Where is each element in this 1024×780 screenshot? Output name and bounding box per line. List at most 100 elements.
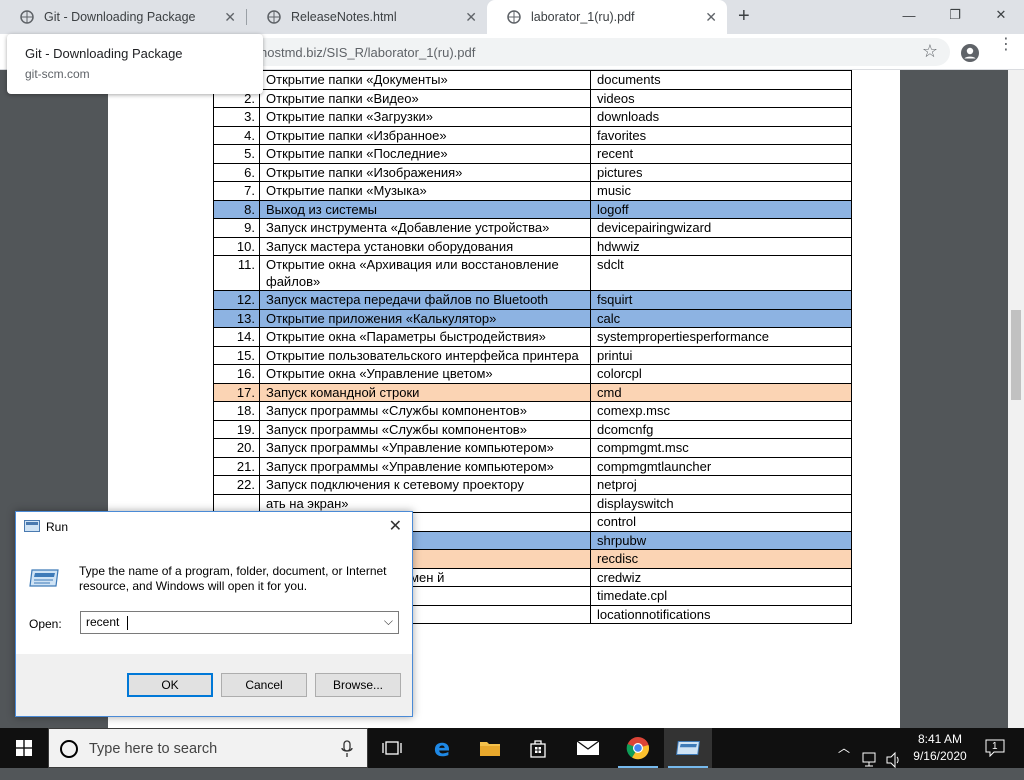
table-row: 22. Запуск подключения к сетевому проекто… xyxy=(213,475,852,495)
row-command: displayswitch xyxy=(590,493,852,513)
tab-releasenotes[interactable]: ReleaseNotes.html ✕ xyxy=(247,0,487,34)
row-command: shrpubw xyxy=(590,530,852,550)
row-command: music xyxy=(590,181,852,201)
row-number: 21. xyxy=(213,456,260,476)
table-row: 11. Открытие окна «Архивация или восстано… xyxy=(213,255,852,291)
row-command: locationnotifications xyxy=(590,604,852,624)
edge-icon[interactable]: e xyxy=(418,728,466,768)
close-icon[interactable]: ✕ xyxy=(465,10,477,24)
notification-count: 1 xyxy=(992,741,998,752)
run-app-icon[interactable] xyxy=(664,728,712,768)
row-number: 12. xyxy=(213,290,260,310)
file-explorer-icon[interactable] xyxy=(466,728,514,768)
row-action: Запуск инструмента «Добавление устройств… xyxy=(259,218,591,238)
new-tab-button[interactable]: + xyxy=(738,5,750,28)
row-number: 19. xyxy=(213,419,260,439)
row-command: compmgmt.msc xyxy=(590,438,852,458)
row-number: 13. xyxy=(213,308,260,328)
row-action: Открытие пользовательского интерфейса пр… xyxy=(259,345,591,365)
globe-icon xyxy=(20,10,34,24)
action-center-icon[interactable]: 1 xyxy=(985,739,1005,779)
row-command: timedate.cpl xyxy=(590,586,852,606)
row-action: Открытие папки «Последние» xyxy=(259,144,591,164)
table-row: 18. Запуск программы «Службы компонентов»… xyxy=(213,401,852,421)
tab-title: Git - Downloading Package xyxy=(44,10,196,24)
volume-icon[interactable] xyxy=(886,740,902,780)
row-command: netproj xyxy=(590,475,852,495)
row-action: Открытие папки «Музыка» xyxy=(259,181,591,201)
row-action: Запуск подключения к сетевому проектору xyxy=(259,475,591,495)
restore-icon[interactable]: ❐ xyxy=(932,0,978,30)
network-icon[interactable] xyxy=(862,740,880,780)
chevron-down-icon[interactable]: ⌵ xyxy=(384,614,393,629)
minimize-icon[interactable]: — xyxy=(886,0,932,30)
open-combobox[interactable]: recent ⌵ xyxy=(80,611,399,634)
tab-pdf[interactable]: laborator_1(ru).pdf ✕ xyxy=(487,0,727,34)
close-icon[interactable]: ✕ xyxy=(705,10,717,24)
tooltip-title: Git - Downloading Package xyxy=(25,46,183,61)
taskbar-search-box[interactable]: Type here to search xyxy=(48,728,368,768)
browse-button[interactable]: Browse... xyxy=(315,673,401,697)
open-label: Open: xyxy=(29,617,62,631)
row-number: 8. xyxy=(213,199,260,219)
tab-git[interactable]: Git - Downloading Package ✕ xyxy=(0,0,246,34)
chrome-icon[interactable] xyxy=(614,728,662,768)
microphone-icon[interactable] xyxy=(341,740,353,758)
row-number: 6. xyxy=(213,162,260,182)
row-action: Открытие папки «Видео» xyxy=(259,88,591,108)
row-command: recent xyxy=(590,144,852,164)
row-command: compmgmtlauncher xyxy=(590,456,852,476)
close-icon[interactable]: ✕ xyxy=(224,10,236,24)
menu-kebab-icon[interactable]: ⋮ xyxy=(998,37,1014,53)
row-number: 10. xyxy=(213,236,260,256)
table-row: 19. Запуск программы «Службы компонентов»… xyxy=(213,419,852,439)
row-command: recdisc xyxy=(590,549,852,569)
row-command: fsquirt xyxy=(590,290,852,310)
row-action: Открытие окна «Архивация или восстановле… xyxy=(259,255,591,291)
windows-start-icon[interactable] xyxy=(16,740,32,756)
store-icon[interactable] xyxy=(514,728,562,768)
row-number: 16. xyxy=(213,364,260,384)
row-command: documents xyxy=(590,70,852,90)
search-icon xyxy=(60,740,78,758)
dialog-title: Run xyxy=(46,520,69,534)
search-placeholder: Type here to search xyxy=(89,741,218,757)
row-command: dcomcnfg xyxy=(590,419,852,439)
taskbar: Type here to search e ︿ 8:41 AM 9/16/202… xyxy=(0,728,1024,769)
row-action: Запуск мастера передачи файлов по Blueto… xyxy=(259,290,591,310)
tab-strip: Git - Downloading Package ✕ ReleaseNotes… xyxy=(0,0,1024,34)
tab-hover-tooltip: Git - Downloading Package git-scm.com xyxy=(7,34,263,94)
tab-title: laborator_1(ru).pdf xyxy=(531,10,635,24)
row-command: hdwwiz xyxy=(590,236,852,256)
row-action: Открытие папки «Изображения» xyxy=(259,162,591,182)
row-action: Запуск программы «Службы компонентов» xyxy=(259,419,591,439)
row-command: sdclt xyxy=(590,255,852,291)
cancel-button[interactable]: Cancel xyxy=(221,673,307,697)
open-input-value[interactable]: recent xyxy=(86,615,119,629)
ok-button[interactable]: OK xyxy=(127,673,213,697)
globe-icon xyxy=(507,10,521,24)
row-action: Открытие окна «Параметры быстродействия» xyxy=(259,327,591,347)
row-action: Запуск программы «Службы компонентов» xyxy=(259,401,591,421)
star-icon[interactable]: ☆ xyxy=(922,41,938,62)
row-command: pictures xyxy=(590,162,852,182)
task-view-icon[interactable] xyxy=(368,728,416,768)
system-clock[interactable]: 8:41 AM 9/16/2020 xyxy=(905,731,975,765)
row-number: 22. xyxy=(213,475,260,495)
address-bar[interactable]: hostmd.biz/SIS_R/laborator_1(ru).pdf ☆ xyxy=(200,38,950,66)
row-action: ать на экран» xyxy=(259,493,591,513)
mail-icon[interactable] xyxy=(564,728,612,768)
chevron-up-icon[interactable]: ︿ xyxy=(838,739,850,779)
dialog-description: Type the name of a program, folder, docu… xyxy=(79,564,387,593)
row-number: 7. xyxy=(213,181,260,201)
row-number: 14. xyxy=(213,327,260,347)
row-action: Запуск программы «Управление компьютером… xyxy=(259,456,591,476)
table-row: 7. Открытие папки «Музыка» music xyxy=(213,181,852,201)
scrollbar-thumb[interactable] xyxy=(1011,310,1021,400)
scrollbar[interactable] xyxy=(1008,70,1024,728)
window-close-icon[interactable]: ✕ xyxy=(978,0,1024,30)
profile-icon[interactable] xyxy=(960,43,980,63)
table-row: 4. Открытие папки «Избранное» favorites xyxy=(213,125,852,145)
row-command: devicepairingwizard xyxy=(590,218,852,238)
close-icon[interactable]: ✕ xyxy=(389,516,402,536)
